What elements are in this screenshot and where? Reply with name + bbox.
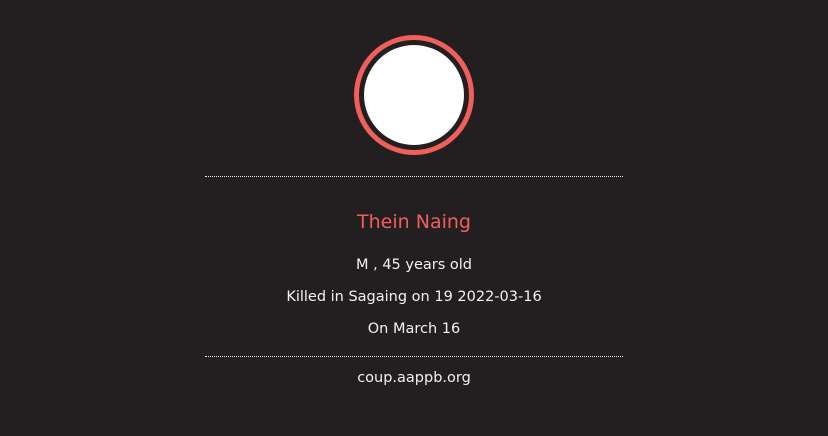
demographics-text: M , 45 years old bbox=[355, 257, 472, 273]
top-divider bbox=[205, 176, 623, 177]
avatar bbox=[354, 35, 474, 155]
killed-location-text: Killed in Sagaing on 19 2022-03-16 bbox=[286, 289, 542, 305]
victim-card: Thein Naing M , 45 years old Killed in S… bbox=[0, 0, 828, 436]
death-date-text: On March 16 bbox=[367, 321, 461, 337]
avatar-frame bbox=[359, 40, 469, 150]
person-name: Thein Naing bbox=[357, 211, 471, 233]
source-link[interactable]: coup.aappb.org bbox=[0, 368, 828, 388]
bottom-divider bbox=[205, 356, 623, 357]
avatar-photo bbox=[364, 45, 464, 145]
